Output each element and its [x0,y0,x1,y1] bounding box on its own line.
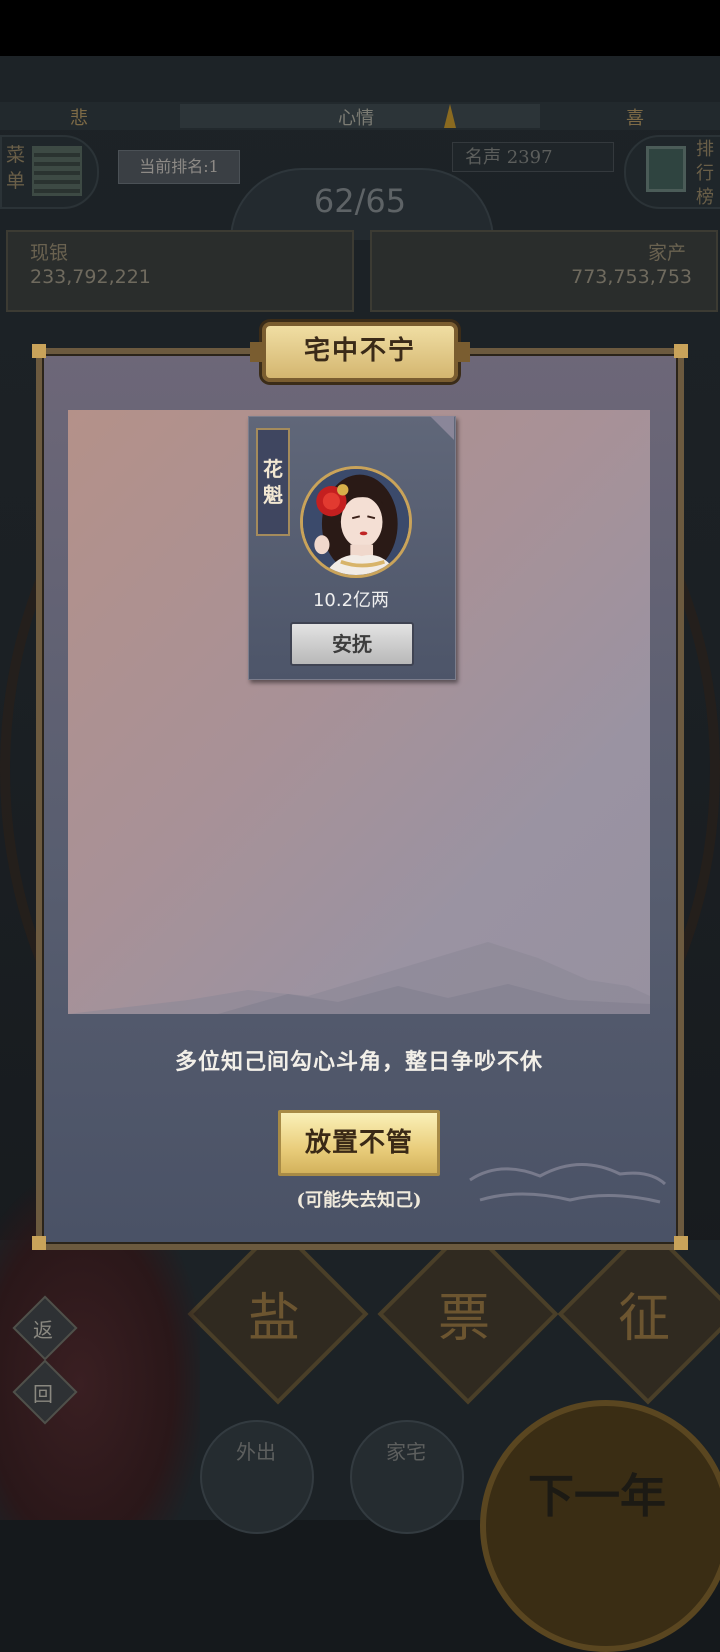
return-label: 回 [33,1382,53,1406]
mood-label: 心情 [338,108,374,129]
mood-marker-icon [444,104,456,128]
silver-label: 现银 [30,242,69,264]
home-label: 家宅 [386,1440,426,1464]
corner-ornament [674,344,688,358]
salt-tile-label: 盐 [247,1289,300,1349]
soothe-button[interactable]: 安抚 [290,622,414,666]
ranking-icon [646,146,686,192]
go-out-label: 外出 [236,1440,276,1464]
soothe-cost: 10.2亿两 [312,590,390,611]
companion-portrait-art [303,469,409,575]
turn-counter: 62/65 [313,182,407,220]
corner-ornament [32,1236,46,1250]
card-fold-decor [430,416,454,440]
mood-happy-label: 喜 [626,108,644,129]
mountain-decor [68,942,650,1014]
ignore-button[interactable]: 放置不管 [278,1110,440,1176]
fame-value: 名声 2397 [452,142,614,172]
event-description: 多位知己间勾心斗角，整日争吵不休 [174,1049,543,1075]
ticket-tile-label: 票 [437,1289,490,1349]
ranking-label: 排行榜 [696,139,714,208]
next-year-label: 下一年 [528,1469,666,1523]
corner-ornament [32,344,46,358]
assets-value: 773,753,753 [571,266,692,288]
companion-portrait [300,466,412,578]
status-bar-area [0,0,720,56]
corner-ornament [674,1236,688,1250]
next-year-button[interactable] [480,1400,720,1652]
back-label: 返 [33,1318,53,1342]
ignore-warning: (可能失去知己) [296,1190,422,1211]
assets-label: 家产 [648,242,687,264]
mood-sad-label: 悲 [70,108,88,129]
dialog-title: 宅中不宁 [303,336,416,366]
companion-tag-label: 花魁 [263,457,283,507]
levy-tile-label: 征 [617,1289,670,1349]
menu-icon [32,146,82,196]
silver-value: 233,792,221 [30,266,151,288]
current-rank: 当前排名:1 [118,150,240,184]
menu-label: 菜单 [6,144,26,192]
